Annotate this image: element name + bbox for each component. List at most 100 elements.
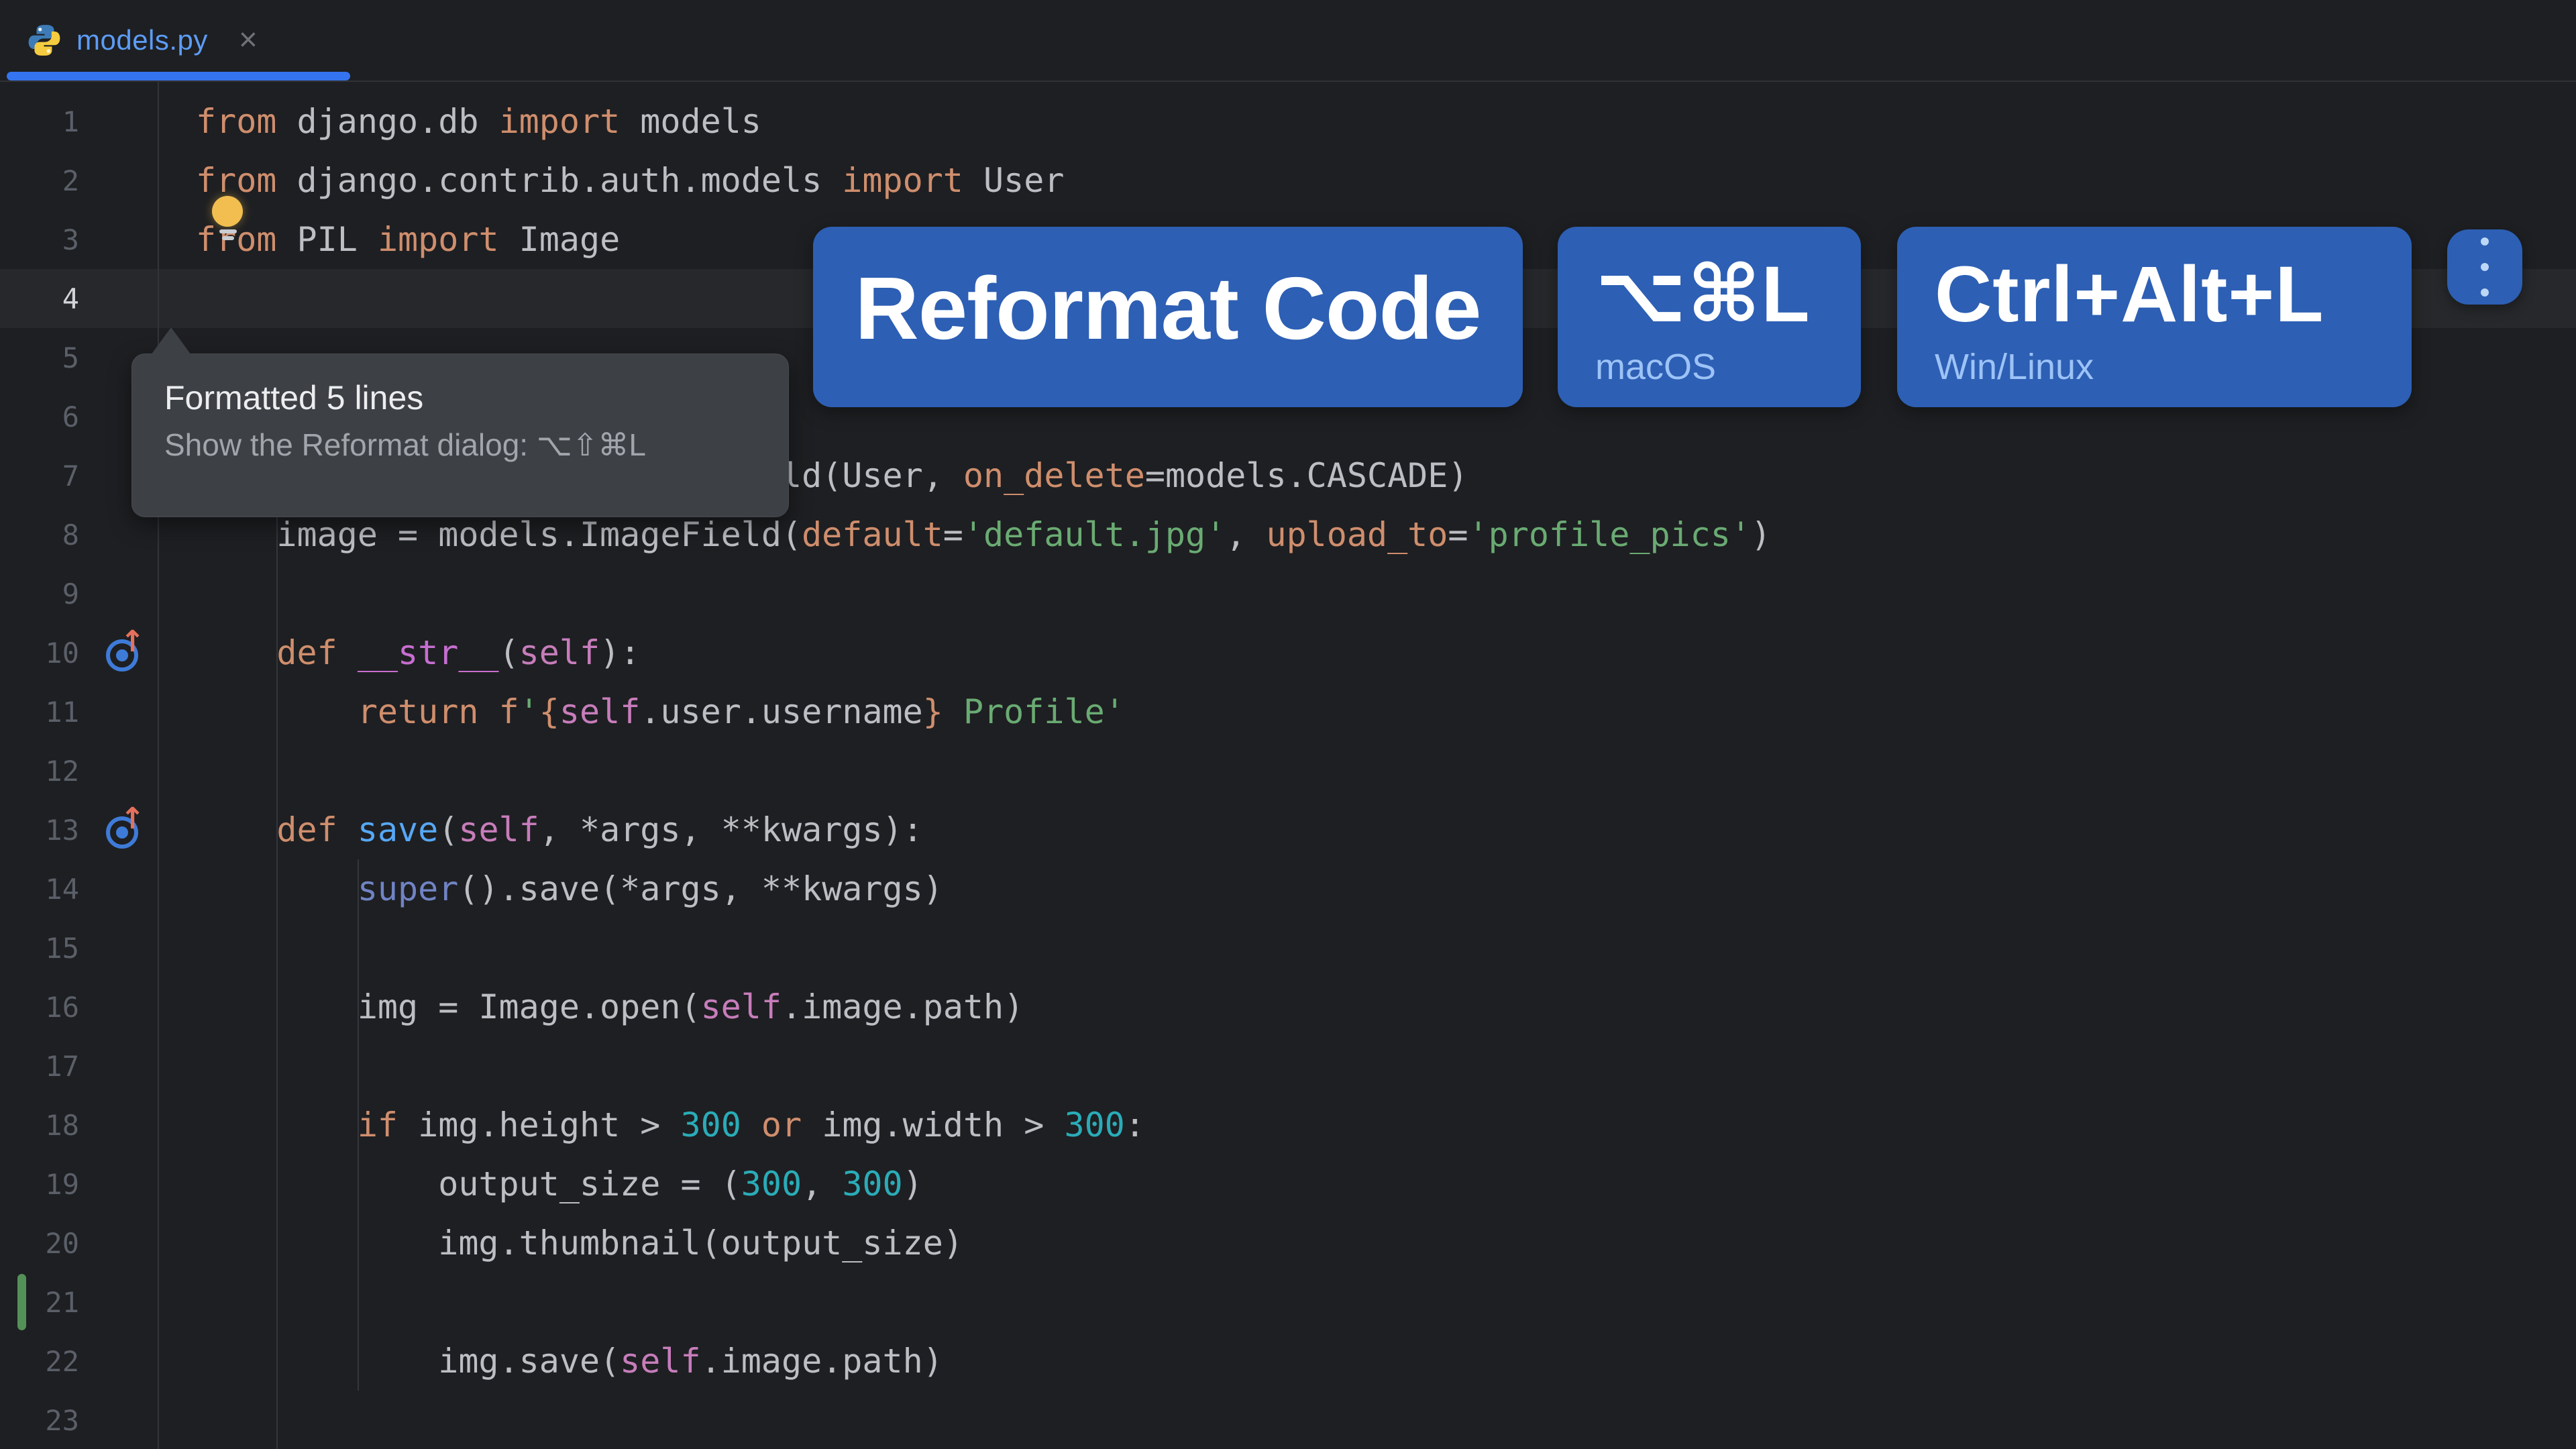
line-number: 2 xyxy=(0,164,79,197)
code-text: def save(self, *args, **kwargs): xyxy=(196,810,923,849)
line-number: 23 xyxy=(0,1404,79,1437)
bulb-head xyxy=(212,196,243,227)
gutter xyxy=(79,151,196,210)
code-line[interactable]: 16 img = Image.open(self.image.path) xyxy=(0,977,2576,1036)
code-text: return f'{self.user.username} Profile' xyxy=(196,692,1125,731)
gutter: ↑ xyxy=(79,800,196,859)
line-number: 10 xyxy=(0,637,79,669)
tab-bar: models.py × xyxy=(0,0,2576,82)
code-text: output_size = (300, 300) xyxy=(196,1165,923,1203)
code-line[interactable]: 11 return f'{self.user.username} Profile… xyxy=(0,682,2576,741)
line-number: 18 xyxy=(0,1109,79,1142)
macos-label: macOS xyxy=(1595,346,1861,388)
kebab-dot xyxy=(2481,237,2489,246)
code-line[interactable]: 10 ↑ def __str__(self): xyxy=(0,623,2576,682)
code-line[interactable]: 14 super().save(*args, **kwargs) xyxy=(0,859,2576,918)
gutter xyxy=(79,918,196,977)
kebab-menu-button[interactable] xyxy=(2447,229,2522,305)
line-number: 1 xyxy=(0,105,79,138)
code-text: from django.contrib.auth.models import U… xyxy=(196,161,1064,200)
code-text: img = Image.open(self.image.path) xyxy=(196,987,1024,1026)
change-marker xyxy=(17,1274,26,1330)
code-line[interactable]: 23 xyxy=(0,1391,2576,1449)
gutter xyxy=(79,210,196,269)
line-number: 6 xyxy=(0,400,79,433)
ide-window: models.py × 1 from django.db import model… xyxy=(0,0,2576,1449)
line-number: 19 xyxy=(0,1168,79,1201)
code-line[interactable]: 12 xyxy=(0,741,2576,800)
code-text: from django.db import models xyxy=(196,102,761,141)
line-number: 4 xyxy=(0,282,79,315)
tooltip-pointer xyxy=(151,327,191,355)
gutter xyxy=(79,1214,196,1273)
gutter xyxy=(79,1332,196,1391)
code-text: image = models.ImageField(default='defau… xyxy=(196,515,1771,554)
tab-models-py[interactable]: models.py × xyxy=(7,0,286,80)
code-line[interactable]: 19 output_size = (300, 300) xyxy=(0,1155,2576,1214)
gutter xyxy=(79,977,196,1036)
code-line[interactable]: 17 xyxy=(0,1036,2576,1095)
code-line[interactable]: 1 from django.db import models xyxy=(0,92,2576,151)
code-line[interactable]: 15 xyxy=(0,918,2576,977)
gutter xyxy=(79,859,196,918)
code-line[interactable]: 21 xyxy=(0,1273,2576,1332)
tab-close-icon[interactable]: × xyxy=(239,24,258,56)
reformat-code-label: Reformat Code xyxy=(855,258,1481,359)
line-number: 14 xyxy=(0,873,79,906)
line-number: 21 xyxy=(0,1286,79,1319)
gutter-separator xyxy=(158,82,159,1449)
line-number: 15 xyxy=(0,932,79,965)
kebab-dot xyxy=(2481,288,2489,297)
code-text: super().save(*args, **kwargs) xyxy=(196,869,943,908)
bulb-base xyxy=(222,236,234,240)
intention-bulb-icon[interactable] xyxy=(212,196,244,240)
macos-shortcut: ⌥⌘L xyxy=(1595,254,1861,337)
code-text: def __str__(self): xyxy=(196,633,640,672)
code-text: img.thumbnail(output_size) xyxy=(196,1224,963,1263)
gutter xyxy=(79,92,196,151)
winlinux-label: Win/Linux xyxy=(1935,346,2412,388)
line-number: 9 xyxy=(0,578,79,610)
active-tab-indicator xyxy=(7,72,350,80)
code-line[interactable]: 9 xyxy=(0,564,2576,623)
code-text: from PIL import Image xyxy=(196,220,620,259)
bulb-base xyxy=(219,229,237,233)
line-number: 11 xyxy=(0,696,79,729)
gutter xyxy=(79,1095,196,1155)
reformat-tooltip: Formatted 5 lines Show the Reformat dial… xyxy=(131,354,789,517)
tooltip-subtitle[interactable]: Show the Reformat dialog: ⌥⇧⌘L xyxy=(164,427,756,463)
gutter xyxy=(79,564,196,623)
gutter: ↑ xyxy=(79,623,196,682)
gutter xyxy=(79,1391,196,1449)
reformat-code-button[interactable]: Reformat Code xyxy=(813,227,1523,407)
code-text: img.save(self.image.path) xyxy=(196,1342,943,1381)
line-number: 12 xyxy=(0,755,79,788)
override-method-icon[interactable]: ↑ xyxy=(105,812,140,847)
gutter xyxy=(79,1273,196,1332)
code-line[interactable]: 18 if img.height > 300 or img.width > 30… xyxy=(0,1095,2576,1155)
gutter xyxy=(79,682,196,741)
winlinux-shortcut-badge[interactable]: Ctrl+Alt+L Win/Linux xyxy=(1897,227,2412,407)
line-number: 13 xyxy=(0,814,79,847)
line-number: 5 xyxy=(0,341,79,374)
line-number: 22 xyxy=(0,1345,79,1378)
code-line[interactable]: 22 img.save(self.image.path) xyxy=(0,1332,2576,1391)
line-number: 8 xyxy=(0,519,79,551)
gutter xyxy=(79,1155,196,1214)
line-number: 20 xyxy=(0,1227,79,1260)
tooltip-title: Formatted 5 lines xyxy=(164,378,756,417)
override-arrow: ↑ xyxy=(120,802,145,836)
line-number: 16 xyxy=(0,991,79,1024)
code-text: if img.height > 300 or img.width > 300: xyxy=(196,1106,1145,1144)
code-line[interactable]: 20 img.thumbnail(output_size) xyxy=(0,1214,2576,1273)
gutter xyxy=(79,741,196,800)
line-number: 17 xyxy=(0,1050,79,1083)
python-file-icon xyxy=(27,23,62,58)
override-arrow: ↑ xyxy=(120,625,145,659)
macos-shortcut-badge[interactable]: ⌥⌘L macOS xyxy=(1558,227,1861,407)
code-line[interactable]: 2 from django.contrib.auth.models import … xyxy=(0,151,2576,210)
code-line[interactable]: 13 ↑ def save(self, *args, **kwargs): xyxy=(0,800,2576,859)
override-method-icon[interactable]: ↑ xyxy=(105,635,140,670)
line-number: 7 xyxy=(0,460,79,492)
gutter xyxy=(79,1036,196,1095)
